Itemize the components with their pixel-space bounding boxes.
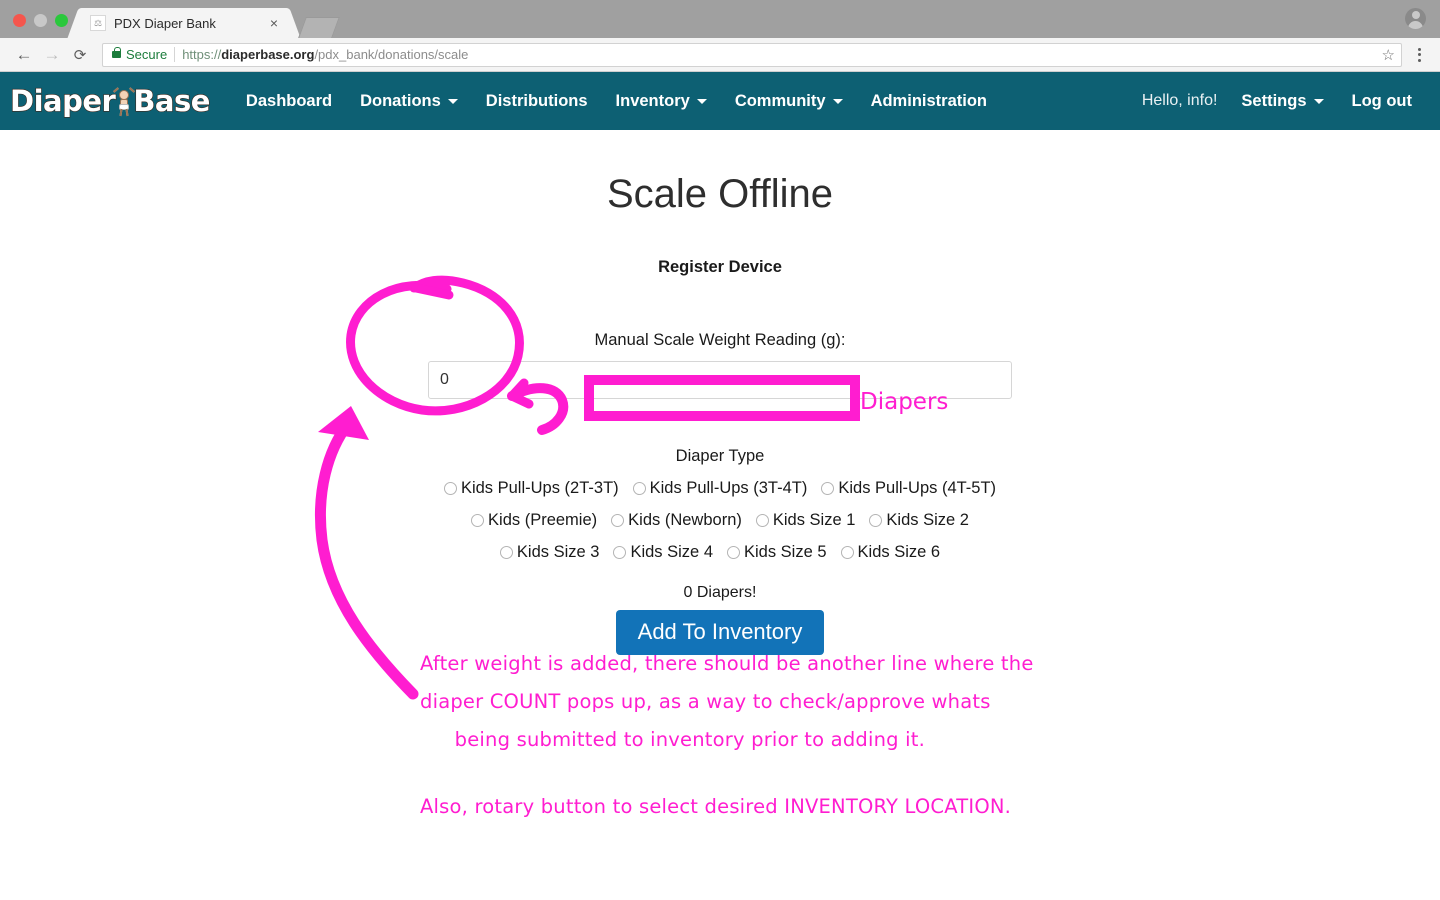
radio-icon[interactable] — [840, 546, 854, 559]
radio-label: Kids Pull-Ups (2T-3T) — [460, 479, 619, 497]
nav-item-label: Dashboard — [245, 91, 333, 110]
new-tab-button[interactable] — [298, 17, 340, 38]
url-host: diaperbase.org — [221, 47, 315, 62]
radio-label: Kids (Newborn) — [628, 511, 742, 529]
radio-icon[interactable] — [727, 546, 740, 559]
radio-option[interactable]: Kids Size 4 — [613, 543, 713, 562]
radio-option[interactable]: Kids Pull-Ups (2T-3T) — [443, 479, 619, 498]
nav-right-group: Hello, info! Settings Log out — [1132, 92, 1426, 111]
nav-item-label: Distributions — [485, 91, 588, 110]
url-divider — [174, 47, 176, 62]
browser-window: ⚖ PDX Diaper Bank × ← → ⟳ Secure https:/… — [0, 0, 1440, 900]
user-greeting: Hello, info! — [1141, 92, 1218, 109]
weight-input[interactable] — [428, 361, 1012, 399]
radio-icon[interactable] — [632, 482, 646, 495]
radio-label: Kids Size 4 — [630, 543, 713, 561]
security-label: Secure — [126, 47, 168, 62]
nav-item-logout[interactable]: Log out — [1338, 92, 1426, 111]
radio-label: Kids (Preemie) — [488, 511, 598, 529]
logo-text-base: Base — [133, 83, 211, 118]
reload-icon[interactable]: ⟳ — [66, 41, 94, 69]
radio-option[interactable]: Kids Size 1 — [755, 511, 856, 530]
nav-item-label: Settings — [1241, 91, 1307, 110]
radio-option[interactable]: Kids Size 2 — [869, 511, 969, 530]
baby-icon — [113, 84, 136, 118]
address-bar[interactable]: Secure https://diaperbase.org/pdx_bank/d… — [102, 42, 1402, 67]
nav-item-settings[interactable]: Settings — [1227, 92, 1337, 111]
nav-item-community[interactable]: Community — [721, 92, 857, 111]
minimize-window-button[interactable] — [34, 14, 47, 27]
radio-label: Kids Pull-Ups (3T-4T) — [649, 479, 808, 497]
back-icon[interactable]: ← — [10, 41, 38, 69]
nav-item-administration[interactable]: Administration — [857, 92, 1001, 111]
weight-field-label: Manual Scale Weight Reading (g): — [594, 331, 846, 349]
nav-item-label: Community — [734, 91, 826, 110]
url-path: /pdx_bank/donations/scale — [314, 47, 469, 62]
radio-option[interactable]: Kids Size 3 — [499, 543, 600, 562]
nav-item-label: Inventory — [615, 91, 690, 110]
main-content: Scale Offline Register Device Manual Sca… — [0, 130, 1440, 872]
browser-toolbar: ← → ⟳ Secure https://diaperbase.org/pdx_… — [0, 38, 1440, 72]
radio-label: Kids Size 6 — [857, 543, 941, 561]
profile-avatar-icon[interactable] — [1405, 8, 1426, 29]
close-tab-icon[interactable]: × — [266, 15, 282, 31]
page-title: Scale Offline — [606, 172, 834, 216]
window-controls — [0, 14, 78, 38]
radio-option[interactable]: Kids Pull-Ups (3T-4T) — [632, 479, 808, 498]
close-window-button[interactable] — [13, 14, 26, 27]
app-logo[interactable]: Diaper Base — [9, 83, 211, 118]
radio-icon[interactable] — [443, 482, 457, 495]
nav-item-distributions[interactable]: Distributions — [472, 92, 602, 111]
radio-icon[interactable] — [869, 514, 883, 527]
diaper-favicon: ⚖ — [90, 15, 106, 31]
radio-option[interactable]: Kids (Preemie) — [471, 511, 597, 530]
maximize-window-button[interactable] — [55, 14, 68, 27]
chevron-down-icon — [1313, 98, 1324, 104]
radio-label: Kids Size 5 — [744, 543, 827, 561]
radio-icon[interactable] — [821, 482, 835, 495]
radio-option[interactable]: Kids Pull-Ups (4T-5T) — [821, 479, 996, 498]
add-to-inventory-button[interactable]: Add To Inventory — [615, 610, 825, 656]
nav-items: Dashboard Donations Distributions Invent… — [232, 92, 1132, 111]
nav-item-donations[interactable]: Donations — [346, 92, 472, 111]
radio-option[interactable]: Kids (Newborn) — [611, 511, 742, 530]
radio-label: Kids Pull-Ups (4T-5T) — [838, 479, 997, 497]
chevron-down-icon — [832, 98, 843, 104]
diaper-type-row-3: Kids Size 3 Kids Size 4 Kids Size 5 Kids… — [0, 543, 1440, 562]
logo-text-diaper: Diaper — [9, 83, 116, 118]
radio-label: Kids Size 1 — [772, 511, 856, 529]
diaper-count-text: 0 Diapers! — [683, 584, 757, 601]
kebab-menu-icon[interactable] — [1408, 47, 1430, 62]
lock-icon — [112, 47, 121, 58]
url-scheme: https:// — [182, 47, 222, 62]
radio-icon[interactable] — [471, 514, 485, 527]
forward-icon[interactable]: → — [38, 41, 66, 69]
chevron-down-icon — [447, 98, 458, 104]
radio-icon[interactable] — [499, 546, 513, 559]
radio-option[interactable]: Kids Size 6 — [840, 543, 941, 562]
nav-item-inventory[interactable]: Inventory — [602, 92, 721, 111]
radio-label: Kids Size 3 — [516, 543, 600, 561]
radio-label: Kids Size 2 — [886, 511, 969, 529]
nav-item-label: Donations — [360, 91, 441, 110]
nav-item-dashboard[interactable]: Dashboard — [232, 92, 346, 111]
nav-item-label: Log out — [1351, 91, 1412, 110]
register-device-label: Register Device — [658, 258, 782, 276]
app-navbar: Diaper Base Dashboard Donations Distribu… — [0, 72, 1440, 130]
radio-icon[interactable] — [611, 514, 625, 527]
radio-icon[interactable] — [755, 514, 769, 527]
browser-tab-strip: ⚖ PDX Diaper Bank × — [0, 0, 1440, 38]
diaper-type-row-1: Kids Pull-Ups (2T-3T) Kids Pull-Ups (3T-… — [0, 479, 1440, 498]
diaper-type-label: Diaper Type — [675, 447, 765, 465]
radio-icon[interactable] — [613, 546, 627, 559]
bookmark-star-icon[interactable]: ☆ — [1376, 46, 1395, 64]
diaper-type-row-2: Kids (Preemie) Kids (Newborn) Kids Size … — [0, 511, 1440, 530]
radio-option[interactable]: Kids Size 5 — [727, 543, 827, 562]
browser-tab[interactable]: ⚖ PDX Diaper Bank × — [80, 8, 288, 38]
nav-item-label: Administration — [870, 91, 987, 110]
chevron-down-icon — [696, 98, 707, 104]
browser-tab-title: PDX Diaper Bank — [114, 15, 216, 31]
